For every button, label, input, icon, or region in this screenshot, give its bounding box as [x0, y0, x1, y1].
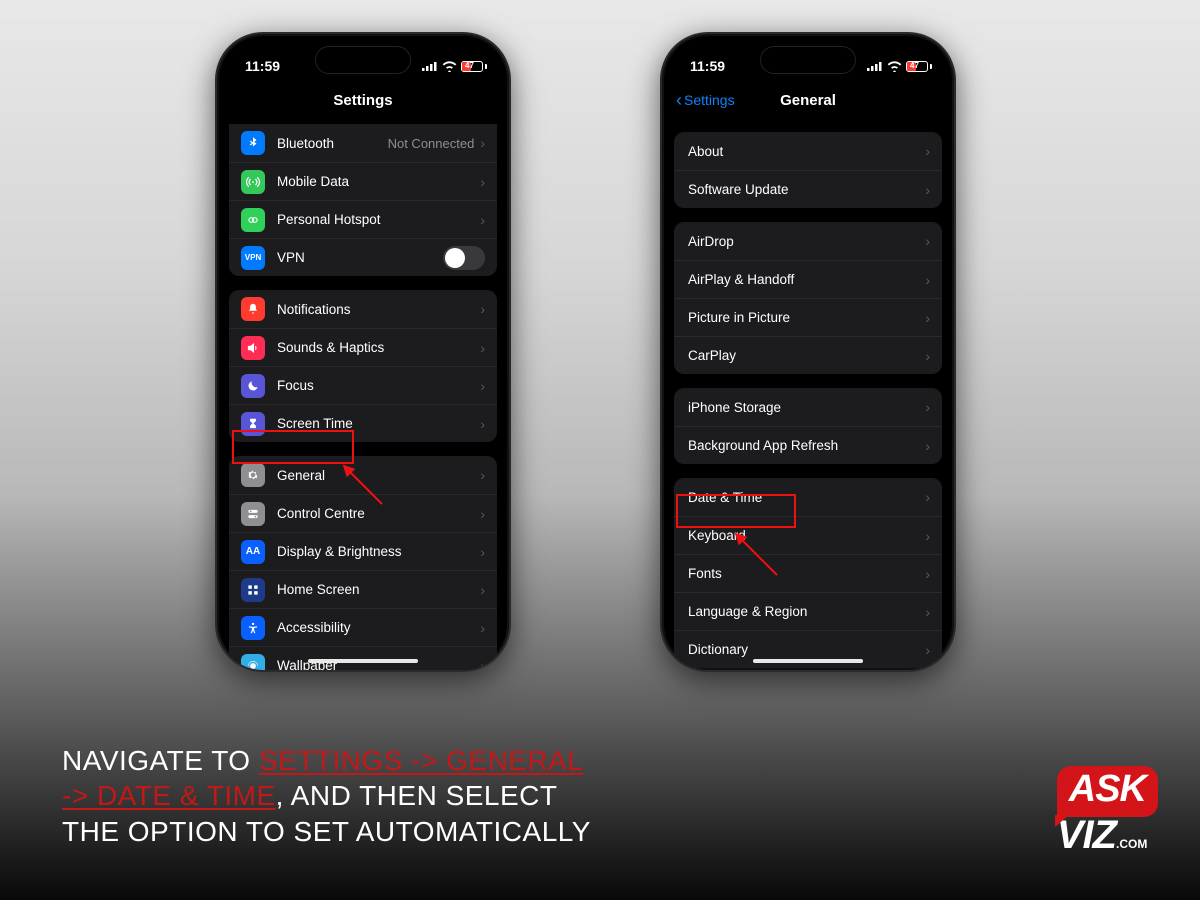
textsize-icon: AA: [241, 540, 265, 564]
row-background-refresh[interactable]: Background App Refresh›: [674, 426, 942, 464]
chevron-right-icon: ›: [480, 174, 485, 190]
vpn-icon: VPN: [241, 246, 265, 270]
chevron-right-icon: ›: [480, 135, 485, 151]
chevron-right-icon: ›: [925, 489, 930, 505]
general-group-airplay: AirDrop› AirPlay & Handoff› Picture in P…: [674, 222, 942, 374]
row-fonts[interactable]: Fonts›: [674, 554, 942, 592]
general-group-about: About› Software Update›: [674, 132, 942, 208]
chevron-right-icon: ›: [480, 582, 485, 598]
status-time: 11:59: [690, 58, 725, 74]
dynamic-island: [315, 46, 411, 74]
chevron-right-icon: ›: [480, 658, 485, 673]
general-group-datetime: Date & Time› Keyboard› Fonts› Language &…: [674, 478, 942, 668]
chevron-right-icon: ›: [925, 233, 930, 249]
gear-icon: [241, 463, 265, 487]
row-notifications[interactable]: Notifications ›: [229, 290, 497, 328]
moon-icon: [241, 374, 265, 398]
chevron-right-icon: ›: [480, 340, 485, 356]
row-vpn[interactable]: VPN VPN: [229, 238, 497, 276]
row-mobile-data[interactable]: Mobile Data ›: [229, 162, 497, 200]
settings-group-general: General › Control Centre › AA Display & …: [229, 456, 497, 672]
general-group-storage: iPhone Storage› Background App Refresh›: [674, 388, 942, 464]
bell-icon: [241, 297, 265, 321]
phone-settings: 11:59 47 Settings Bluetooth Not Connecte…: [215, 32, 511, 672]
hourglass-icon: [241, 412, 265, 436]
chevron-right-icon: ›: [925, 642, 930, 658]
accessibility-icon: [241, 616, 265, 640]
row-sounds-haptics[interactable]: Sounds & Haptics ›: [229, 328, 497, 366]
nav-bar: Settings: [217, 82, 509, 118]
settings-group-connectivity: Bluetooth Not Connected › Mobile Data › …: [229, 124, 497, 276]
grid-icon: [241, 578, 265, 602]
chevron-right-icon: ›: [925, 399, 930, 415]
chevron-right-icon: ›: [480, 467, 485, 483]
row-software-update[interactable]: Software Update›: [674, 170, 942, 208]
chevron-right-icon: ›: [480, 212, 485, 228]
chevron-right-icon: ›: [480, 544, 485, 560]
battery-icon: 47: [461, 61, 487, 72]
vpn-toggle[interactable]: [443, 246, 485, 270]
home-indicator: [753, 659, 863, 663]
phone-general: 11:59 47 ‹ Settings General About› Softw…: [660, 32, 956, 672]
row-screen-time[interactable]: Screen Time ›: [229, 404, 497, 442]
chevron-right-icon: ›: [480, 416, 485, 432]
chevron-right-icon: ›: [925, 566, 930, 582]
row-pip[interactable]: Picture in Picture›: [674, 298, 942, 336]
chevron-right-icon: ›: [925, 348, 930, 364]
row-date-time[interactable]: Date & Time›: [674, 478, 942, 516]
row-control-centre[interactable]: Control Centre ›: [229, 494, 497, 532]
chevron-right-icon: ›: [925, 604, 930, 620]
chevron-right-icon: ›: [925, 438, 930, 454]
chevron-right-icon: ›: [925, 182, 930, 198]
chevron-right-icon: ›: [925, 528, 930, 544]
dynamic-island: [760, 46, 856, 74]
page-title: General: [780, 92, 836, 109]
chevron-right-icon: ›: [925, 272, 930, 288]
wifi-icon: [442, 61, 457, 72]
row-personal-hotspot[interactable]: Personal Hotspot ›: [229, 200, 497, 238]
row-language-region[interactable]: Language & Region›: [674, 592, 942, 630]
page-title: Settings: [333, 92, 392, 109]
row-airplay-handoff[interactable]: AirPlay & Handoff›: [674, 260, 942, 298]
status-time: 11:59: [245, 58, 280, 74]
row-keyboard[interactable]: Keyboard›: [674, 516, 942, 554]
chevron-right-icon: ›: [925, 143, 930, 159]
nav-bar: ‹ Settings General: [662, 82, 954, 118]
row-display-brightness[interactable]: AA Display & Brightness ›: [229, 532, 497, 570]
row-focus[interactable]: Focus ›: [229, 366, 497, 404]
chevron-left-icon: ‹: [676, 91, 682, 109]
row-general[interactable]: General ›: [229, 456, 497, 494]
chevron-right-icon: ›: [480, 620, 485, 636]
row-accessibility[interactable]: Accessibility ›: [229, 608, 497, 646]
home-indicator: [308, 659, 418, 663]
row-carplay[interactable]: CarPlay›: [674, 336, 942, 374]
wifi-icon: [887, 61, 902, 72]
antenna-icon: [241, 170, 265, 194]
battery-icon: 47: [906, 61, 932, 72]
back-button[interactable]: ‹ Settings: [676, 91, 735, 109]
askviz-logo: ASK VIZ.COM: [1057, 766, 1158, 858]
row-iphone-storage[interactable]: iPhone Storage›: [674, 388, 942, 426]
cellular-icon: [422, 61, 438, 71]
chevron-right-icon: ›: [925, 310, 930, 326]
switches-icon: [241, 502, 265, 526]
chevron-right-icon: ›: [480, 506, 485, 522]
row-bluetooth[interactable]: Bluetooth Not Connected ›: [229, 124, 497, 162]
chevron-right-icon: ›: [480, 301, 485, 317]
bluetooth-icon: [241, 131, 265, 155]
instruction-caption: NAVIGATE TO SETTINGS -> GENERAL -> DATE …: [62, 743, 591, 850]
row-airdrop[interactable]: AirDrop›: [674, 222, 942, 260]
speaker-icon: [241, 336, 265, 360]
settings-group-alerts: Notifications › Sounds & Haptics › Focus…: [229, 290, 497, 442]
chevron-right-icon: ›: [480, 378, 485, 394]
row-about[interactable]: About›: [674, 132, 942, 170]
cellular-icon: [867, 61, 883, 71]
row-home-screen[interactable]: Home Screen ›: [229, 570, 497, 608]
wallpaper-icon: [241, 654, 265, 673]
hotspot-icon: [241, 208, 265, 232]
